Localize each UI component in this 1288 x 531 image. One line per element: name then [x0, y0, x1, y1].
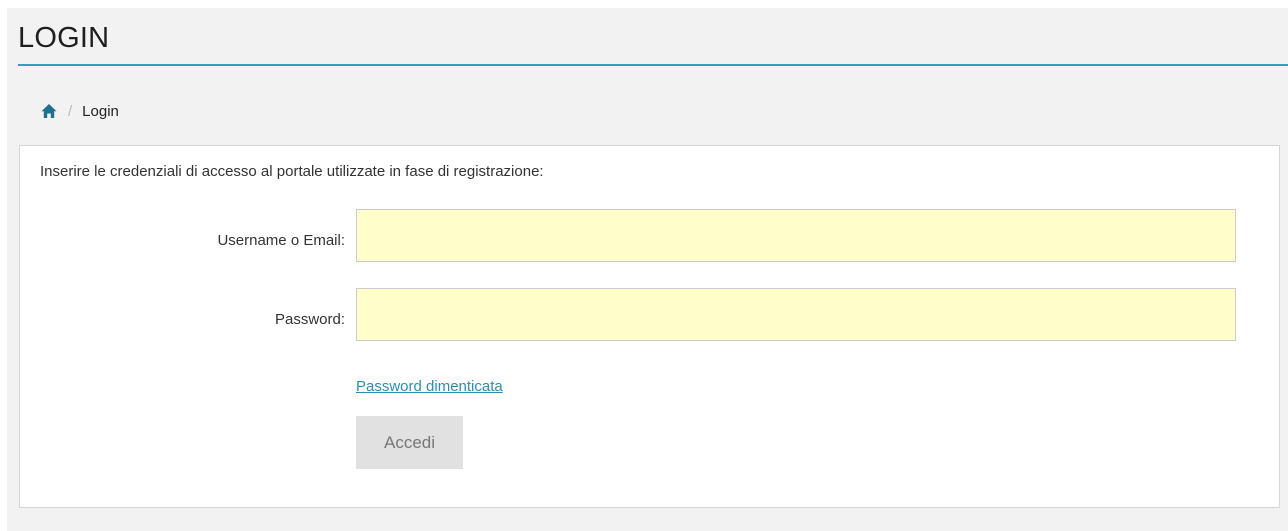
breadcrumb: / Login	[41, 100, 119, 122]
page-title: LOGIN	[18, 22, 110, 54]
username-input[interactable]	[356, 209, 1236, 262]
login-panel: Inserire le credenziali di accesso al po…	[19, 145, 1280, 508]
password-input[interactable]	[356, 288, 1236, 341]
breadcrumb-separator: /	[68, 102, 73, 120]
breadcrumb-current: Login	[82, 102, 119, 120]
forgot-password-link[interactable]: Password dimenticata	[356, 378, 503, 395]
username-label: Username o Email:	[217, 232, 345, 249]
login-button[interactable]: Accedi	[356, 416, 463, 469]
home-icon[interactable]	[41, 103, 57, 119]
page-background: LOGIN / Login Inserire le credenziali di…	[7, 8, 1288, 531]
password-label: Password:	[274, 311, 345, 328]
login-instructions: Inserire le credenziali di accesso al po…	[40, 163, 544, 180]
title-divider	[18, 64, 1288, 66]
